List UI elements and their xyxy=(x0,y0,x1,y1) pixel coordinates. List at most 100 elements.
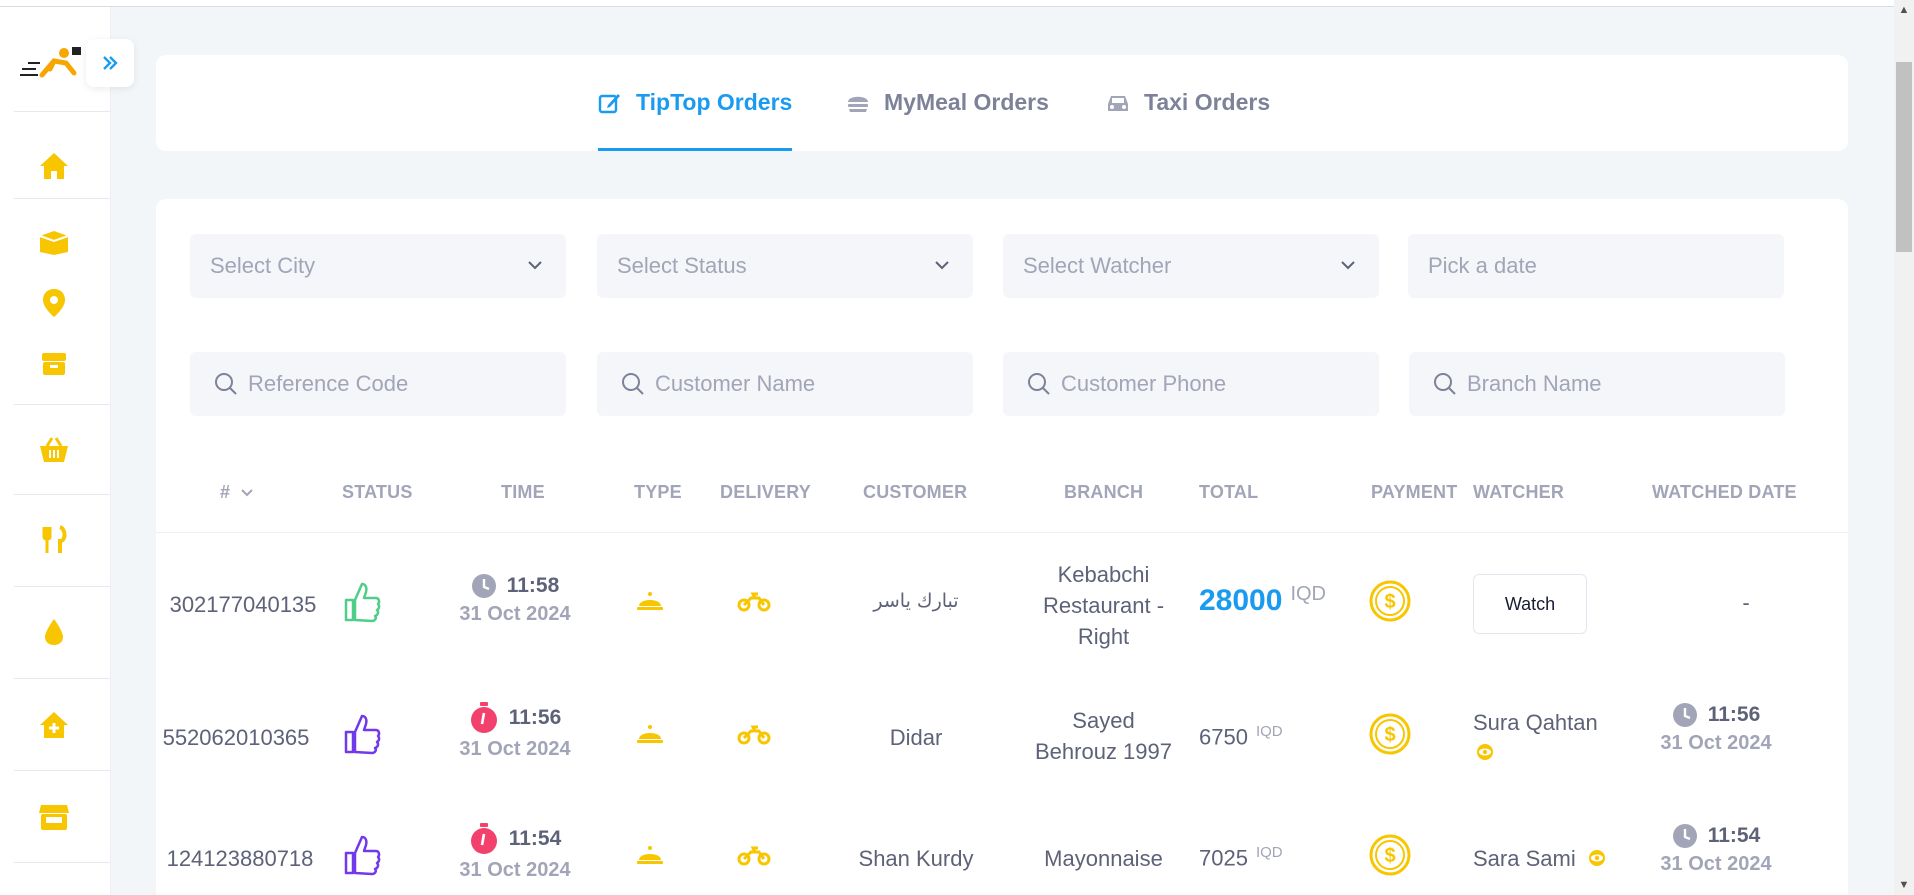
basket-icon xyxy=(40,437,68,462)
order-id: 124123880718 xyxy=(166,846,314,871)
status-select-value: Select Status xyxy=(617,253,747,278)
currency-label: IQD xyxy=(1255,844,1283,861)
page-scrollbar[interactable]: ▲ ▼ xyxy=(1894,0,1914,895)
tab-tiptop-orders[interactable]: TipTop Orders xyxy=(598,89,793,151)
tab-mymeal-orders[interactable]: MyMeal Orders xyxy=(846,89,1049,151)
search-icon xyxy=(215,373,237,395)
branch-name-search[interactable] xyxy=(1409,352,1785,416)
tab-label: MyMeal Orders xyxy=(884,89,1049,115)
branch-name: Kebabchi Restaurant - Right xyxy=(1016,559,1191,652)
motorcycle-icon xyxy=(737,725,771,745)
scrollbar-thumb[interactable] xyxy=(1896,62,1912,252)
watched-date: - xyxy=(1742,590,1750,615)
column-header-customer: CUSTOMER xyxy=(863,482,968,502)
branch-name-line: Kebabchi xyxy=(1057,562,1150,587)
sidebar-item-home[interactable] xyxy=(36,148,72,184)
currency-label: IQD xyxy=(1290,583,1326,605)
watched-time: 11:54 31 Oct 2024 xyxy=(1641,823,1791,876)
search-icon xyxy=(1434,373,1456,395)
customer-phone-search[interactable] xyxy=(1003,352,1379,416)
sidebar-item-orders[interactable] xyxy=(36,224,72,260)
chevron-down-icon xyxy=(935,261,949,270)
watched-time: 11:56 31 Oct 2024 xyxy=(1641,702,1791,755)
column-header-watched-date: WATCHED DATE xyxy=(1652,482,1797,502)
order-id: 302177040135 xyxy=(169,592,317,617)
branch-name: Mayonnaise xyxy=(1044,846,1163,871)
reference-code-input[interactable] xyxy=(248,371,548,397)
coin-icon: $ xyxy=(1369,834,1411,876)
store-icon xyxy=(39,805,69,830)
customer-name-input[interactable] xyxy=(655,371,955,397)
order-total: 7025 IQD xyxy=(1199,844,1283,871)
watched-date: 31 Oct 2024 xyxy=(1660,853,1772,875)
order-time: 11:58 31 Oct 2024 xyxy=(440,573,590,626)
thumbs-up-icon xyxy=(344,582,381,623)
watched-date: 31 Oct 2024 xyxy=(1660,732,1772,754)
city-select[interactable]: Select City xyxy=(190,234,566,298)
thumbs-up-icon xyxy=(344,835,381,876)
sidebar-toggle-button[interactable] xyxy=(86,39,134,87)
reference-code-search[interactable] xyxy=(190,352,566,416)
branch-name-line: Right xyxy=(1077,624,1130,649)
order-date: 31 Oct 2024 xyxy=(459,603,571,625)
order-total: 6750 IQD xyxy=(1199,723,1283,750)
medical-home-icon xyxy=(40,712,68,738)
order-date: 31 Oct 2024 xyxy=(459,859,571,881)
tab-label: TipTop Orders xyxy=(636,89,793,115)
watcher-name: Sara Sami xyxy=(1473,846,1576,871)
customer-name-search[interactable] xyxy=(597,352,973,416)
app-logo[interactable] xyxy=(14,39,84,99)
sidebar-item-basket[interactable] xyxy=(36,432,72,468)
search-icon xyxy=(622,373,644,395)
watched-time-value: 11:54 xyxy=(1707,824,1761,847)
scroll-down-arrow[interactable]: ▼ xyxy=(1898,879,1910,891)
branch-name-line: Sayed xyxy=(1072,708,1135,733)
sidebar-item-pharmacy[interactable] xyxy=(36,707,72,743)
clock-icon xyxy=(1672,824,1697,848)
svg-text:$: $ xyxy=(1384,845,1395,867)
date-picker-placeholder: Pick a date xyxy=(1428,253,1537,278)
browser-top-line xyxy=(0,0,1894,7)
watch-button[interactable]: Watch xyxy=(1473,574,1587,634)
watcher-select[interactable]: Select Watcher xyxy=(1003,234,1379,298)
double-chevron-right-icon xyxy=(103,56,118,70)
sidebar-divider xyxy=(14,494,110,495)
sidebar-divider xyxy=(14,770,110,771)
table-header-divider xyxy=(156,532,1848,533)
tab-taxi-orders[interactable]: Taxi Orders xyxy=(1106,89,1270,151)
customer-name: Shan Kurdy xyxy=(858,846,974,871)
food-cloche-icon xyxy=(637,592,663,610)
sidebar-divider xyxy=(14,198,110,199)
order-time: 11:56 31 Oct 2024 xyxy=(440,702,590,761)
column-header-branch: BRANCH xyxy=(1064,482,1144,502)
sidebar-item-restaurants[interactable] xyxy=(36,522,72,558)
sidebar-item-stores[interactable] xyxy=(36,799,72,835)
sidebar xyxy=(0,7,134,895)
chevron-down-icon xyxy=(241,488,253,496)
column-header-id[interactable]: # xyxy=(220,482,254,503)
sidebar-divider xyxy=(14,862,110,863)
eye-icon[interactable] xyxy=(1474,743,1496,761)
coin-icon: $ xyxy=(1369,580,1411,622)
sidebar-item-locations[interactable] xyxy=(36,285,72,321)
order-id: 552062010365 xyxy=(162,725,310,750)
thumbs-up-icon xyxy=(344,714,381,755)
order-time: 11:54 31 Oct 2024 xyxy=(440,823,590,882)
column-header-type: TYPE xyxy=(634,482,682,502)
date-picker[interactable]: Pick a date xyxy=(1408,234,1784,298)
status-select[interactable]: Select Status xyxy=(597,234,973,298)
sidebar-item-products[interactable] xyxy=(36,346,72,382)
car-icon xyxy=(1108,96,1128,111)
scroll-up-arrow[interactable]: ▲ xyxy=(1898,4,1910,16)
customer-name: Didar xyxy=(889,725,943,750)
chevron-down-icon xyxy=(528,261,542,270)
eye-icon[interactable] xyxy=(1586,849,1608,867)
motorcycle-icon xyxy=(737,846,771,866)
customer-phone-input[interactable] xyxy=(1061,371,1361,397)
column-header-label: # xyxy=(220,482,231,502)
sidebar-item-water[interactable] xyxy=(36,614,72,650)
water-drop-icon xyxy=(45,619,63,645)
branch-name-input[interactable] xyxy=(1467,371,1767,397)
orders-card: Select City Select Status Select Watcher… xyxy=(156,199,1848,895)
watcher-select-value: Select Watcher xyxy=(1023,253,1172,278)
